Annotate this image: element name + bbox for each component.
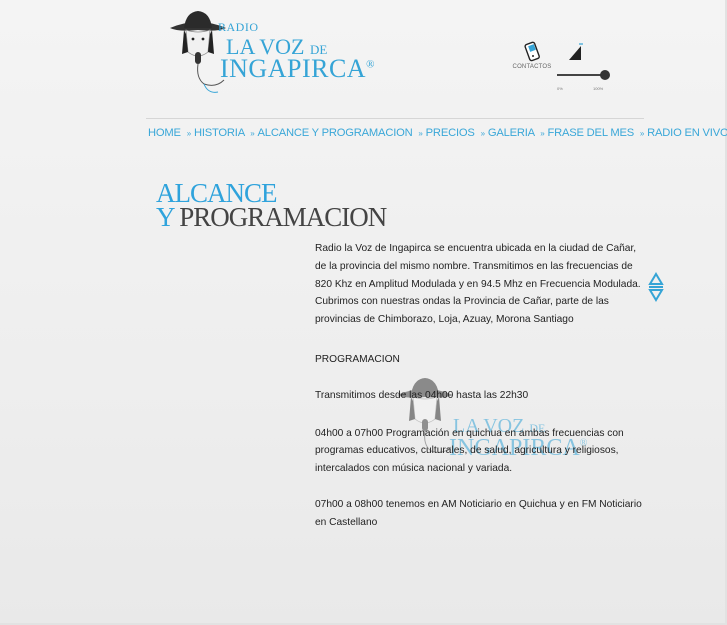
page-title-line1: ALCANCE <box>156 178 278 208</box>
programming-block-2: 07h00 a 08h00 tenemos en AM Noticiario e… <box>315 498 642 528</box>
speaker-icon <box>569 43 583 60</box>
volume-slider[interactable] <box>555 68 613 82</box>
volume-control[interactable]: 0% 100% <box>555 40 615 91</box>
contact-label: CONTACTOS <box>512 64 552 70</box>
intro-paragraph: Radio la Voz de Ingapirca se encuentra u… <box>315 243 641 326</box>
main-content: Radio la Voz de Ingapirca se encuentra u… <box>315 240 645 532</box>
nav-item-precios[interactable]: PRECIOS <box>426 127 475 139</box>
site-logo[interactable]: RADIO LA VOZ DE INGAPIRCA® <box>168 8 374 98</box>
page-title: ALCANCE Y PROGRAMACION <box>156 178 387 232</box>
nav-divider <box>146 118 644 119</box>
up-down-arrows-icon <box>648 272 664 302</box>
nav-separator: » <box>186 129 191 138</box>
nav-separator: » <box>639 129 645 138</box>
phone-icon <box>524 41 540 62</box>
logo-radio-text: RADIO <box>218 20 259 34</box>
main-nav: HOME » HISTORIA » ALCANCE Y PROGRAMACION »… <box>148 127 727 139</box>
volume-min-label: 0% <box>557 86 563 91</box>
section-heading: PROGRAMACION <box>315 353 400 365</box>
logo-ingapirca: INGAPIRCA <box>220 54 367 83</box>
page-title-y: Y <box>156 202 174 232</box>
page-title-line2: Y PROGRAMACION <box>156 202 387 232</box>
nav-item-historia[interactable]: HISTORIA <box>194 127 245 139</box>
volume-knob <box>600 70 610 80</box>
nav-item-alcance[interactable]: ALCANCE Y PROGRAMACION <box>258 127 413 139</box>
nav-item-galeria[interactable]: GALERIA <box>488 127 535 139</box>
programming-block-1: 04h00 a 07h00 Programación en quichua en… <box>315 427 624 475</box>
nav-separator: » <box>540 129 545 138</box>
logo-ingapirca-text: INGAPIRCA® <box>220 54 375 84</box>
nav-item-frase-del-mes[interactable]: FRASE DEL MES <box>547 127 634 139</box>
nav-item-home[interactable]: HOME <box>148 127 181 139</box>
nav-item-radio-en-vivo[interactable]: RADIO EN VIVO <box>647 127 727 139</box>
schedule-paragraph: Transmitimos desde las 04h00 hasta las 2… <box>315 389 529 401</box>
logo-registered: ® <box>366 58 375 71</box>
nav-separator: » <box>250 129 255 138</box>
page-title-programacion: PROGRAMACION <box>179 202 387 232</box>
nav-separator: » <box>480 129 485 138</box>
contact-link[interactable]: CONTACTOS <box>510 40 554 88</box>
volume-max-label: 100% <box>593 86 604 91</box>
scroll-control[interactable] <box>648 272 664 302</box>
nav-separator: » <box>418 129 423 138</box>
